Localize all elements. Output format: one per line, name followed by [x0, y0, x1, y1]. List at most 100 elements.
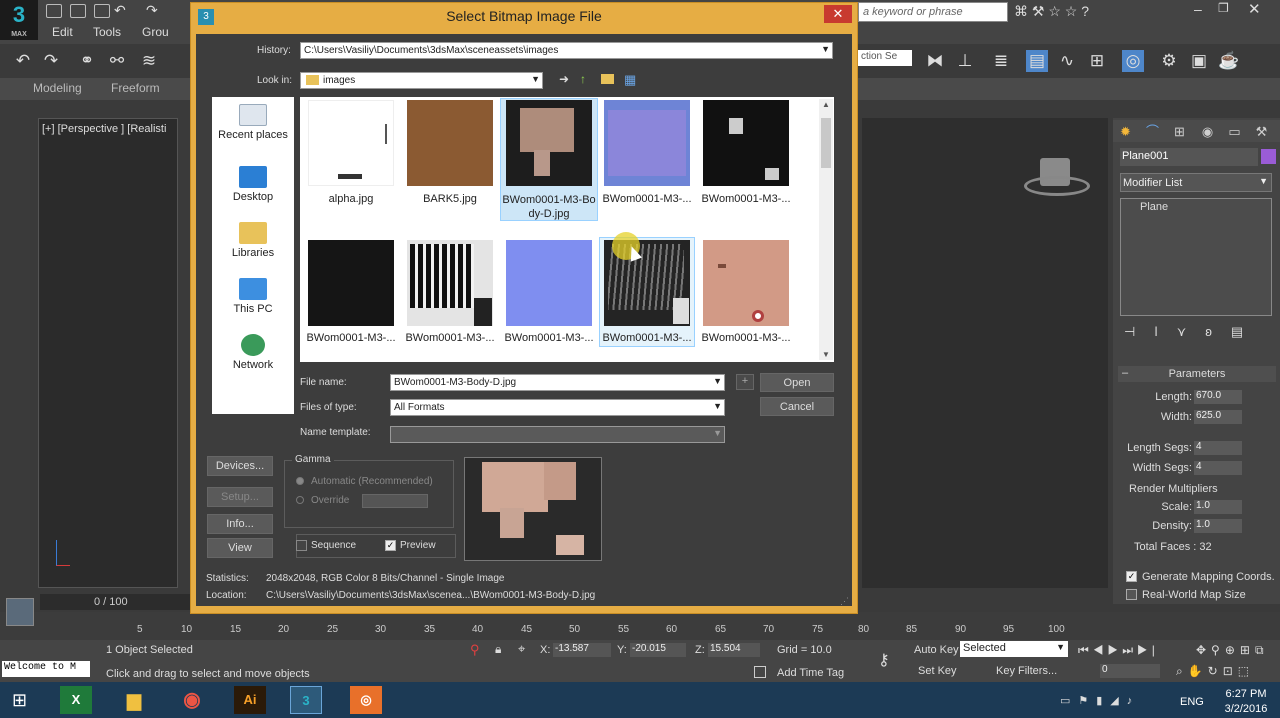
dialog-close-icon[interactable]: ✕: [824, 5, 852, 23]
realworld-checkbox[interactable]: [1126, 589, 1137, 600]
stack-tools-icons[interactable]: ⊣ǀ⋎ʚ▤: [1124, 324, 1262, 340]
history-dropdown[interactable]: C:\Users\Vasiliy\Documents\3dsMax\scenea…: [300, 42, 833, 59]
render-setup-icon[interactable]: ⚙: [1158, 50, 1180, 72]
viewport-label[interactable]: [+] [Perspective ] [Realisti: [42, 123, 166, 135]
file-thumbnail[interactable]: [703, 240, 789, 326]
clock-date[interactable]: 3/2/2016: [1220, 703, 1272, 715]
gen-mapping-checkbox[interactable]: ✓: [1126, 571, 1137, 582]
time-tag-icon[interactable]: [754, 666, 766, 678]
density-input[interactable]: 1.0: [1194, 519, 1242, 533]
file-name-label[interactable]: BWom0001-M3-...: [697, 332, 795, 344]
set-key-button[interactable]: Set Key: [918, 665, 957, 677]
undo-icon[interactable]: ↶: [12, 50, 34, 72]
info-button[interactable]: Info...: [207, 514, 273, 534]
app-taskbar-icon[interactable]: ◎: [350, 686, 382, 714]
auto-key-button[interactable]: Auto Key: [914, 644, 959, 656]
explorer-taskbar-icon[interactable]: ▆: [118, 686, 150, 714]
new-folder-icon[interactable]: [601, 74, 614, 84]
preview-checkbox[interactable]: ✓: [385, 540, 396, 551]
link-icon[interactable]: ⚭: [76, 50, 98, 72]
file-thumbnail[interactable]: [506, 240, 592, 326]
scrollbar-thumb[interactable]: [821, 118, 831, 168]
maximize-icon[interactable]: ❐: [1218, 1, 1229, 15]
file-name-label[interactable]: BWom0001-M3-...: [401, 332, 499, 344]
file-name-label[interactable]: BWom0001-M3-...: [500, 332, 598, 344]
transform-mode-icon[interactable]: ⌖: [518, 641, 525, 657]
maxscript-listener[interactable]: Welcome to M: [2, 661, 90, 677]
clock-time[interactable]: 6:27 PM: [1220, 688, 1272, 700]
current-frame-field[interactable]: 0: [1100, 664, 1160, 678]
viewcube-ring[interactable]: [1024, 176, 1090, 196]
tab-freeform[interactable]: Freeform: [111, 81, 160, 95]
undo-quick-icon[interactable]: ↶: [114, 2, 126, 19]
scroll-up-icon[interactable]: ▲: [822, 100, 830, 109]
input-language[interactable]: ENG: [1180, 696, 1204, 708]
modifier-stack[interactable]: [1120, 198, 1272, 316]
file-name-label[interactable]: BARK5.jpg: [401, 193, 499, 205]
menu-tools[interactable]: Tools: [93, 25, 121, 39]
chrome-taskbar-icon[interactable]: ◉: [176, 686, 208, 714]
file-name-label[interactable]: BWom0001-M3-...: [598, 193, 696, 205]
x-coord-field[interactable]: -13.587: [553, 643, 611, 657]
file-name-label[interactable]: alpha.jpg: [302, 193, 400, 205]
lookin-dropdown[interactable]: images ▼: [300, 72, 543, 89]
length-segs-input[interactable]: 4: [1194, 441, 1242, 455]
place-recent[interactable]: Recent places: [212, 104, 294, 141]
up-folder-icon[interactable]: ↑: [580, 72, 586, 86]
create-tab-icon[interactable]: ✹: [1118, 124, 1133, 139]
back-icon[interactable]: ➜: [559, 72, 569, 86]
material-editor-icon[interactable]: ◎: [1122, 50, 1144, 72]
place-this-pc[interactable]: This PC: [212, 278, 294, 315]
search-input[interactable]: a keyword or phrase: [858, 2, 1008, 22]
add-to-filename-button[interactable]: +: [736, 374, 754, 390]
redo-quick-icon[interactable]: ↷: [146, 2, 158, 19]
modifier-list-dropdown[interactable]: Modifier List ▼: [1120, 173, 1272, 192]
align-icon[interactable]: ⊥: [954, 50, 976, 72]
bind-spacewarp-icon[interactable]: ≋: [138, 50, 160, 72]
file-name-label[interactable]: BWom0001-M3-...: [697, 193, 795, 205]
illustrator-taskbar-icon[interactable]: Ai: [234, 686, 266, 714]
windows-start-icon[interactable]: ⊞: [12, 690, 27, 711]
curve-editor-icon[interactable]: ∿: [1056, 50, 1078, 72]
key-selection-dropdown[interactable]: Selected ▼: [960, 641, 1068, 657]
utilities-tab-icon[interactable]: ⚒: [1254, 124, 1269, 139]
filename-input[interactable]: BWom0001-M3-Body-D.jpg ▼: [390, 374, 725, 391]
object-color-swatch[interactable]: [1261, 149, 1276, 164]
unlink-icon[interactable]: ⚯: [106, 50, 128, 72]
key-icon[interactable]: ⚷: [878, 650, 890, 670]
place-network[interactable]: Network: [212, 334, 294, 371]
mirror-icon[interactable]: ⧓: [924, 50, 946, 72]
width-input[interactable]: 625.0: [1194, 410, 1242, 424]
navigation-controls[interactable]: ✥⚲⊕⊞⧉: [1196, 643, 1269, 658]
scroll-down-icon[interactable]: ▼: [822, 350, 830, 359]
filetype-dropdown[interactable]: All Formats ▼: [390, 399, 725, 416]
view-menu-icon[interactable]: ▦: [624, 72, 636, 88]
file-thumbnail[interactable]: [308, 240, 394, 326]
excel-taskbar-icon[interactable]: X: [60, 686, 92, 714]
redo-icon[interactable]: ↷: [40, 50, 62, 72]
named-selection-dropdown[interactable]: ction Se: [858, 50, 912, 66]
rollout-collapse-icon[interactable]: –: [1122, 367, 1128, 379]
isolate-icon[interactable]: ⚲: [470, 642, 480, 658]
file-thumbnail[interactable]: [407, 100, 493, 186]
app-close-icon[interactable]: ✕: [1248, 0, 1261, 18]
file-name-label[interactable]: BWom0001-M3-Bo dy-D.jpg: [500, 193, 598, 221]
render-frame-icon[interactable]: ▣: [1188, 50, 1210, 72]
playback-controls[interactable]: ⏮◀▶⏭▶|: [1078, 643, 1159, 658]
perspective-viewport[interactable]: [38, 118, 178, 588]
modify-tab-icon[interactable]: ⌒: [1145, 124, 1160, 139]
menu-group[interactable]: Grou: [142, 25, 169, 39]
3dsmax-taskbar-icon[interactable]: 3: [290, 686, 322, 714]
display-tab-icon[interactable]: ▭: [1227, 124, 1242, 139]
open-file-icon[interactable]: [70, 4, 86, 18]
render-icon[interactable]: ☕: [1218, 50, 1240, 72]
resize-grip-icon[interactable]: ⋰: [840, 596, 849, 607]
width-segs-input[interactable]: 4: [1194, 461, 1242, 475]
cancel-button[interactable]: Cancel: [760, 397, 834, 416]
file-name-label[interactable]: BWom0001-M3-...: [598, 332, 696, 344]
lock-selection-icon[interactable]: 🔒︎: [495, 642, 501, 657]
minimize-icon[interactable]: –: [1194, 1, 1202, 17]
layer-icon[interactable]: ≣: [990, 50, 1012, 72]
app-logo[interactable]: 3 MAX: [0, 0, 38, 40]
motion-tab-icon[interactable]: ◉: [1200, 124, 1215, 139]
